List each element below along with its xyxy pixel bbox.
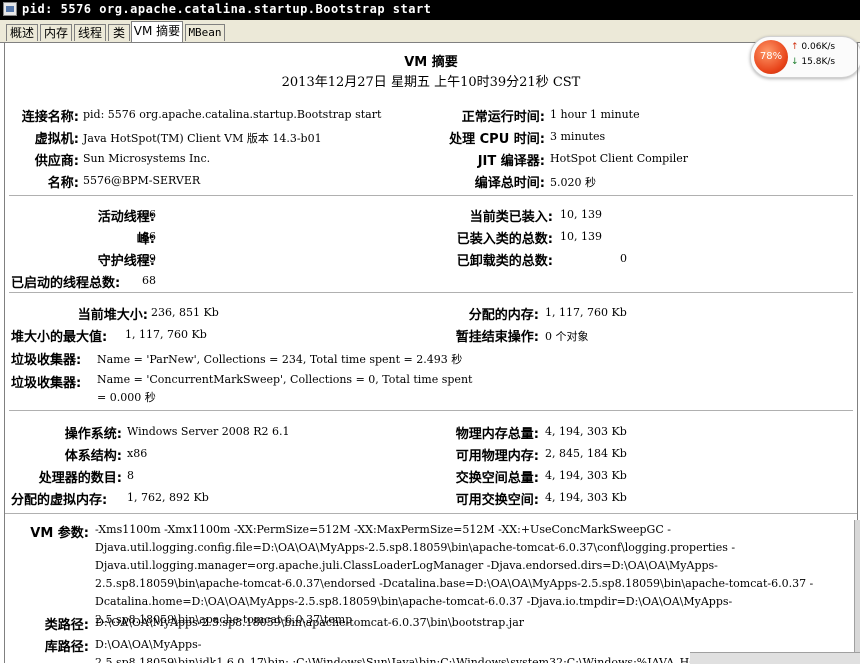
started-threads-value: 68	[142, 274, 156, 287]
name-label: 名称:	[47, 176, 79, 191]
os-label: 操作系统:	[64, 427, 122, 442]
virtual-memory-value: 1, 762, 892 Kb	[127, 491, 209, 504]
vm-value: Java HotSpot(TM) Client VM 版本 14.3-b01	[83, 132, 322, 145]
virtual-memory-label: 分配的虚拟内存:	[11, 493, 108, 508]
committed-memory-label: 分配的内存:	[468, 308, 539, 323]
physical-memory-label: 物理内存总量:	[455, 427, 539, 442]
tab-threads[interactable]: 线程	[74, 24, 106, 41]
window-title: pid: 5576 org.apache.catalina.startup.Bo…	[22, 2, 432, 16]
swap-total-value: 4, 194, 303 Kb	[545, 469, 627, 482]
pending-finalization-value: 0 个对象	[545, 330, 589, 343]
loaded-classes-label: 当前类已装入:	[469, 210, 553, 225]
uptime-value: 1 hour 1 minute	[550, 108, 640, 121]
bottom-toolbar	[690, 652, 860, 664]
total-loaded-label: 已装入类的总数:	[456, 232, 553, 247]
daemon-threads-value: 59	[142, 252, 156, 265]
tab-overview[interactable]: 概述	[6, 24, 38, 41]
loaded-classes-value: 10, 139	[560, 208, 602, 221]
arch-label: 体系结构:	[64, 449, 122, 464]
heap-size-value: 236, 851 Kb	[151, 306, 219, 319]
title-bar: pid: 5576 org.apache.catalina.startup.Bo…	[0, 0, 860, 20]
tab-mbean[interactable]: MBean	[185, 24, 225, 41]
gc1-value: Name = 'ParNew', Collections = 234, Tota…	[97, 353, 463, 366]
vm-summary-panel: VM 摘要 2013年12月27日 星期五 上午10时39分21秒 CST 连接…	[4, 43, 858, 663]
vertical-scrollbar[interactable]	[854, 520, 860, 663]
vm-args-value: -Xms1100m -Xmx1100m -XX:PermSize=512M -X…	[95, 523, 814, 626]
free-swap-value: 4, 194, 303 Kb	[545, 491, 627, 504]
physical-memory-value: 4, 194, 303 Kb	[545, 425, 627, 438]
heap-size-label: 当前堆大小:	[77, 308, 148, 323]
free-physical-label: 可用物理内存:	[455, 449, 539, 464]
jit-label: JIT 编译器:	[477, 154, 545, 169]
vendor-value: Sun Microsystems Inc.	[83, 152, 211, 165]
uptime-label: 正常运行时间:	[461, 110, 545, 125]
classpath-value: D:\OA\OA\MyApps-2.5.sp8.18059\bin\apache…	[95, 616, 525, 629]
tab-memory[interactable]: 内存	[40, 24, 72, 41]
compile-time-value: 5.020 秒	[550, 176, 596, 189]
gc1-label: 垃圾收集器:	[11, 353, 82, 368]
name-value: 5576@BPM-SERVER	[83, 174, 201, 187]
vm-label: 虚拟机:	[34, 132, 79, 147]
free-swap-label: 可用交换空间:	[455, 493, 539, 508]
max-heap-value: 1, 117, 760 Kb	[125, 328, 207, 341]
summary-title: VM 摘要	[404, 55, 458, 70]
compile-time-label: 编译总时间:	[474, 176, 545, 191]
divider	[9, 292, 853, 293]
committed-memory-value: 1, 117, 760 Kb	[545, 306, 627, 319]
os-value: Windows Server 2008 R2 6.1	[127, 425, 290, 438]
vm-args-label: VM 参数:	[30, 526, 89, 541]
gc2-value: Name = 'ConcurrentMarkSweep', Collection…	[97, 373, 473, 404]
max-heap-label: 堆大小的最大值:	[11, 330, 108, 345]
summary-datetime: 2013年12月27日 星期五 上午10时39分21秒 CST	[281, 75, 581, 90]
divider	[9, 195, 853, 196]
free-physical-value: 2, 845, 184 Kb	[545, 447, 627, 460]
tab-bar: 概述 内存 线程 类 VM 摘要 MBean	[0, 20, 860, 43]
classpath-label: 类路径:	[44, 618, 89, 633]
cpu-time-label: 处理 CPU 时间:	[449, 132, 545, 147]
swap-total-label: 交换空间总量:	[455, 471, 539, 486]
started-threads-label: 已启动的线程总数:	[11, 276, 121, 291]
tab-vm-summary[interactable]: VM 摘要	[131, 21, 183, 42]
divider	[9, 410, 853, 411]
live-threads-value: 66	[142, 208, 156, 221]
tab-classes[interactable]: 类	[108, 24, 130, 41]
library-path-label: 库路径:	[44, 640, 89, 655]
processors-label: 处理器的数目:	[38, 471, 122, 486]
total-loaded-value: 10, 139	[560, 230, 602, 243]
peak-threads-label: 峰:	[136, 232, 155, 247]
connection-name-label: 连接名称:	[21, 110, 79, 125]
app-icon	[3, 2, 17, 16]
processors-value: 8	[127, 469, 134, 482]
vendor-label: 供应商:	[34, 154, 79, 169]
cpu-time-value: 3 minutes	[550, 130, 606, 143]
live-threads-label: 活动线程:	[97, 210, 155, 225]
connection-name-value: pid: 5576 org.apache.catalina.startup.Bo…	[83, 108, 382, 121]
pending-finalization-label: 暂挂结束操作:	[455, 330, 539, 345]
jit-value: HotSpot Client Compiler	[550, 152, 689, 165]
unloaded-value: 0	[620, 252, 627, 265]
unloaded-label: 已卸载类的总数:	[456, 254, 553, 269]
arch-value: x86	[127, 447, 148, 460]
daemon-threads-label: 守护线程:	[97, 254, 155, 269]
peak-threads-value: 66	[142, 230, 156, 243]
gc2-label: 垃圾收集器:	[11, 376, 82, 391]
